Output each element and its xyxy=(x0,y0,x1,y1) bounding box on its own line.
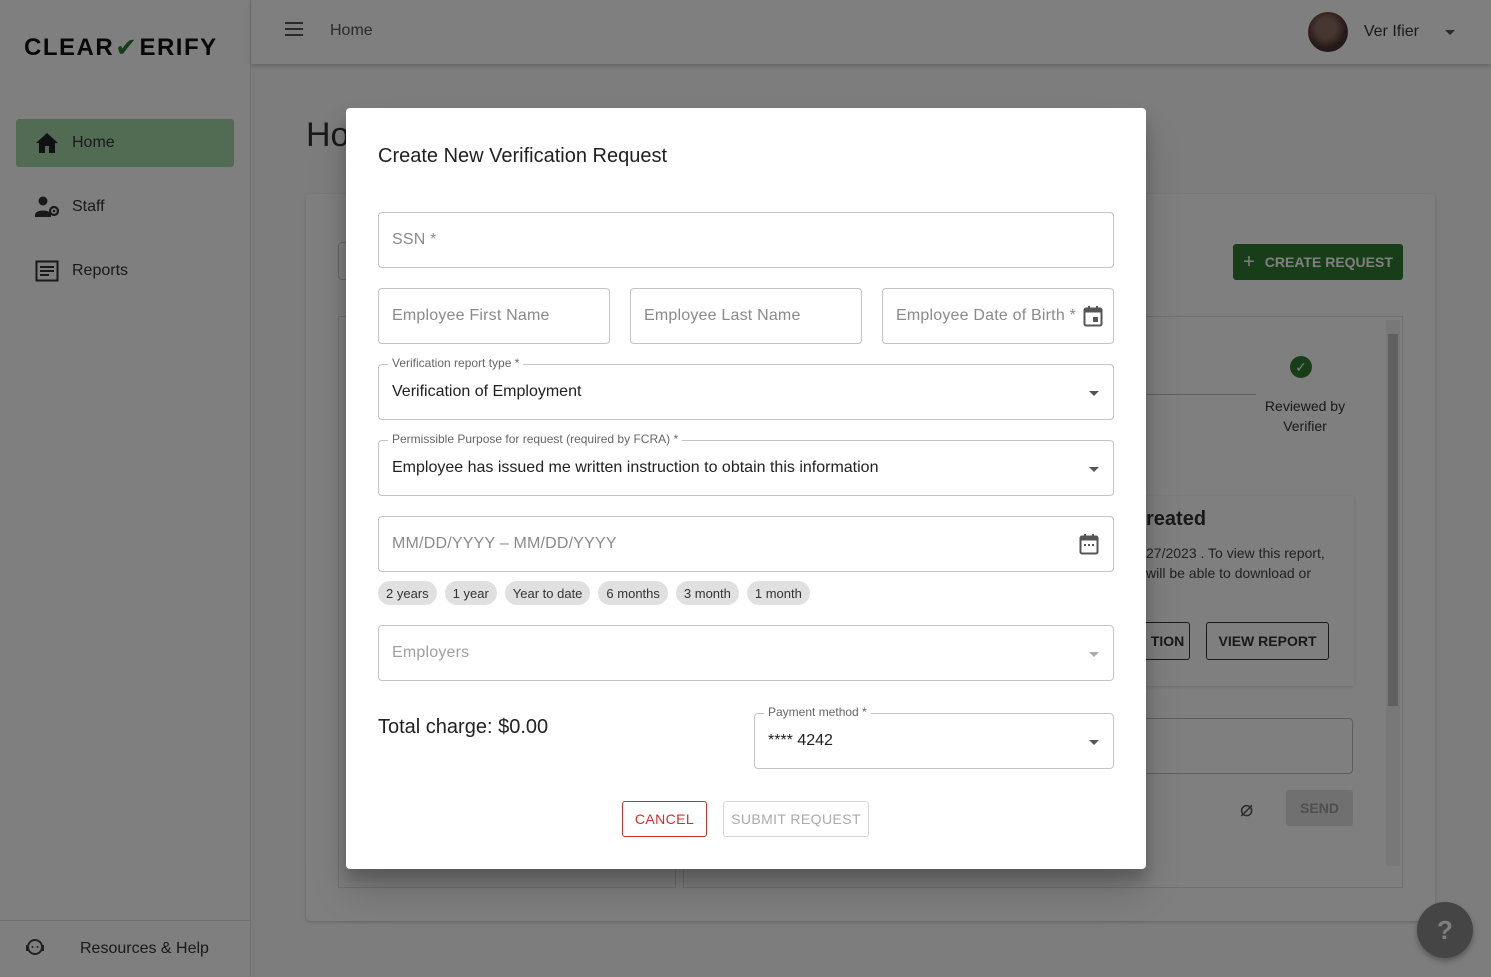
payment-method-select[interactable]: Payment method * **** 4242 xyxy=(754,705,1114,769)
first-name-field[interactable]: Employee First Name xyxy=(378,288,610,344)
permissible-purpose-select[interactable]: Permissible Purpose for request (require… xyxy=(378,432,1114,496)
report-type-select[interactable]: Verification report type * Verification … xyxy=(378,356,1114,420)
report-type-label: Verification report type * xyxy=(388,356,524,370)
dialog-title: Create New Verification Request xyxy=(378,145,668,167)
ssn-placeholder: SSN * xyxy=(392,231,437,248)
dropdown-arrow-icon xyxy=(1089,652,1099,657)
cancel-button[interactable]: CANCEL xyxy=(622,801,707,837)
dob-placeholder: Employee Date of Birth * xyxy=(896,307,1076,324)
chip-2-years[interactable]: 2 years xyxy=(378,581,437,605)
report-type-value: Verification of Employment xyxy=(392,383,582,400)
dropdown-arrow-icon xyxy=(1089,467,1099,472)
permissible-purpose-label: Permissible Purpose for request (require… xyxy=(388,432,683,446)
ssn-field[interactable]: SSN * xyxy=(378,212,1114,268)
employers-placeholder: Employers xyxy=(392,644,470,661)
chip-3-month[interactable]: 3 month xyxy=(675,581,739,605)
total-charge: Total charge: $0.00 xyxy=(378,716,549,738)
first-name-placeholder: Employee First Name xyxy=(392,307,550,324)
employers-select[interactable]: Employers xyxy=(378,625,1114,681)
submit-request-button[interactable]: SUBMIT REQUEST xyxy=(723,801,869,837)
dropdown-arrow-icon xyxy=(1089,391,1099,396)
chip-6-months[interactable]: 6 months xyxy=(598,581,668,605)
chip-1-month[interactable]: 1 month xyxy=(746,581,810,605)
date-range-field[interactable]: MM/DD/YYYY – MM/DD/YYYY xyxy=(378,516,1114,572)
permissible-purpose-value: Employee has issued me written instructi… xyxy=(392,459,879,476)
chip-year-to-date[interactable]: Year to date xyxy=(504,581,591,605)
payment-method-value: **** 4242 xyxy=(768,732,833,749)
calendar-icon[interactable] xyxy=(1079,533,1099,555)
payment-method-label: Payment method * xyxy=(764,705,871,719)
dropdown-arrow-icon xyxy=(1089,740,1099,745)
date-range-chips: 2 years 1 year Year to date 6 months 3 m… xyxy=(378,581,810,605)
last-name-placeholder: Employee Last Name xyxy=(644,307,801,324)
last-name-field[interactable]: Employee Last Name xyxy=(630,288,862,344)
date-of-birth-field[interactable]: Employee Date of Birth * xyxy=(882,288,1114,344)
chip-1-year[interactable]: 1 year xyxy=(444,581,497,605)
create-request-dialog: Create New Verification Request SSN * Em… xyxy=(346,108,1146,869)
calendar-icon[interactable] xyxy=(1083,305,1103,327)
date-range-placeholder: MM/DD/YYYY – MM/DD/YYYY xyxy=(392,535,617,552)
